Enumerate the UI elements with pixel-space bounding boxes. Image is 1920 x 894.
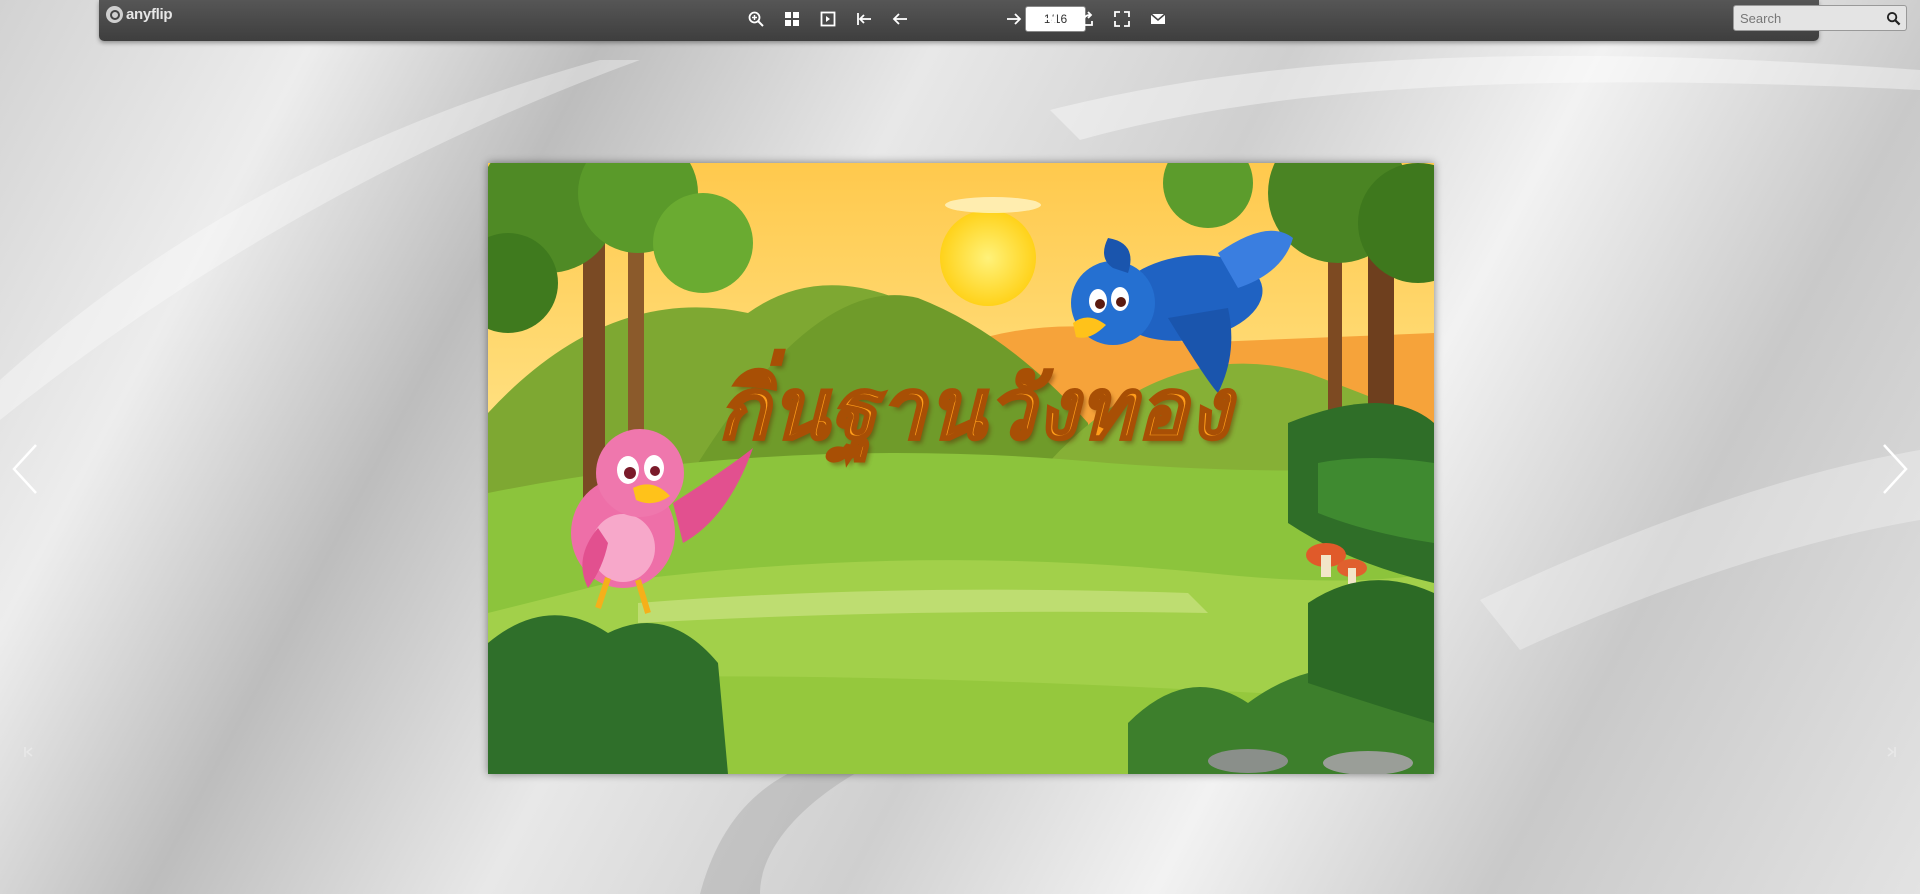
logo-text: anyflip xyxy=(126,6,173,23)
single-page-icon xyxy=(820,11,836,27)
fullscreen-button[interactable] xyxy=(1109,6,1135,32)
last-page-icon xyxy=(1043,13,1057,25)
email-button[interactable] xyxy=(1145,6,1171,32)
thumbnails-button[interactable] xyxy=(779,6,805,32)
search-icon xyxy=(1886,11,1900,25)
share-button[interactable] xyxy=(1073,6,1099,32)
zoom-in-button[interactable] xyxy=(743,6,769,32)
chevron-right-icon xyxy=(1883,444,1908,494)
arrow-right-icon xyxy=(1007,13,1022,25)
next-page-arrow[interactable] xyxy=(1878,441,1912,497)
search-input[interactable] xyxy=(1734,6,1880,30)
book-cover-page[interactable]: กิ่นฐานวังทอง xyxy=(488,163,1434,774)
chevron-left-icon xyxy=(12,444,37,494)
top-toolbar: anyflip xyxy=(99,0,1907,41)
anyflip-logo[interactable]: anyflip xyxy=(106,6,173,23)
arrow-left-icon xyxy=(892,13,907,25)
next-page-button[interactable] xyxy=(1001,6,1027,32)
logo-icon xyxy=(106,6,123,23)
last-page-corner-icon[interactable] xyxy=(1884,745,1898,759)
last-page-button[interactable] xyxy=(1037,6,1063,32)
first-page-icon xyxy=(857,13,871,25)
email-icon xyxy=(1150,13,1166,24)
prev-page-arrow[interactable] xyxy=(8,441,42,497)
zoom-in-icon xyxy=(748,11,764,27)
book-title: กิ่นฐานวังทอง xyxy=(716,359,1233,460)
fullscreen-icon xyxy=(1114,11,1130,27)
search-box xyxy=(1733,5,1907,31)
search-button[interactable] xyxy=(1882,7,1904,29)
previous-page-button[interactable] xyxy=(887,6,913,32)
first-page-button[interactable] xyxy=(851,6,877,32)
first-page-corner-icon[interactable] xyxy=(22,745,36,759)
share-icon xyxy=(1079,11,1093,26)
thumbnails-icon xyxy=(785,12,799,26)
single-page-button[interactable] xyxy=(815,6,841,32)
